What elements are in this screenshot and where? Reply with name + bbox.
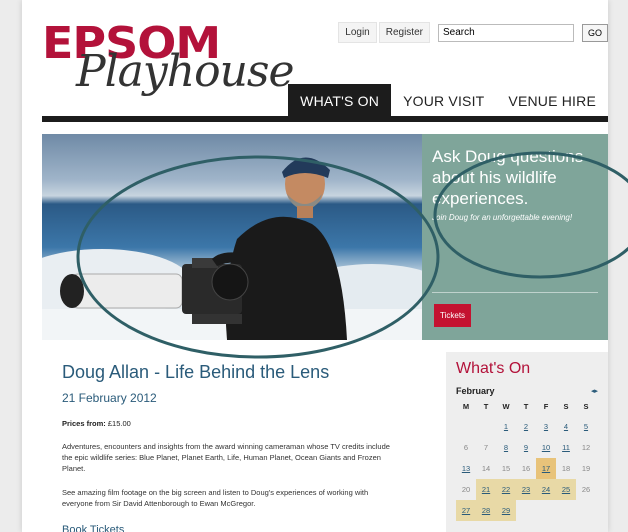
search-go-button[interactable]: GO xyxy=(581,23,608,42)
hero-subheading: Join Doug for an unforgettable evening! xyxy=(432,213,573,222)
event-description-2: See amazing film footage on the big scre… xyxy=(62,488,369,508)
logo-playhouse-text: Playhouse xyxy=(76,46,295,97)
calendar-day: 20 xyxy=(461,485,471,494)
calendar-header: February ◂▸ xyxy=(456,386,598,396)
calendar-nav-arrows-icon[interactable]: ◂▸ xyxy=(591,387,598,395)
hero-tickets-button[interactable]: Tickets xyxy=(434,304,472,327)
epsom-playhouse-logo[interactable]: EPSOM Playhouse xyxy=(42,16,295,106)
event-date: 21 February 2012 xyxy=(62,391,157,405)
calendar-day[interactable]: 8 xyxy=(496,437,516,458)
main-nav: WHAT'S ON YOUR VISIT VENUE HIRE xyxy=(288,84,608,118)
hero-info-panel: Ask Doug questions about his wildlife ex… xyxy=(422,134,608,340)
calendar-day[interactable]: 4 xyxy=(556,416,576,437)
search-input[interactable] xyxy=(437,23,574,42)
calendar-day[interactable]: 24 xyxy=(536,479,556,500)
calendar-day[interactable]: 23 xyxy=(516,479,536,500)
calendar-day[interactable]: 21 xyxy=(476,479,496,500)
register-link[interactable]: Register xyxy=(378,22,430,43)
nav-divider xyxy=(42,116,608,122)
event-details: Doug Allan - Life Behind the Lens 21 Feb… xyxy=(62,362,392,532)
event-prices: Prices from: £15.00 xyxy=(62,419,392,428)
prices-value: £15.00 xyxy=(107,419,131,428)
calendar-day[interactable]: 9 xyxy=(516,437,536,458)
calendar-day: 15 xyxy=(501,464,511,473)
hero-panel-divider xyxy=(432,292,598,293)
calendar-day[interactable]: 22 xyxy=(496,479,516,500)
calendar-weekday: T xyxy=(483,402,489,411)
calendar-day[interactable]: 1 xyxy=(496,416,516,437)
calendar-day: 14 xyxy=(481,464,491,473)
calendar-day[interactable]: 28 xyxy=(476,500,496,521)
calendar-blank-cell xyxy=(456,416,476,437)
cameraman-photo xyxy=(42,157,422,340)
calendar-weekday: F xyxy=(543,402,549,411)
calendar-blank-cell xyxy=(476,416,496,437)
hero-heading: Ask Doug questions about his wildlife ex… xyxy=(432,147,584,208)
nav-your-visit[interactable]: YOUR VISIT xyxy=(391,84,496,118)
event-title: Doug Allan - Life Behind the Lens xyxy=(62,362,330,382)
calendar-day[interactable]: 17 xyxy=(536,458,556,479)
hero-photo[interactable] xyxy=(42,134,422,340)
calendar-weekday: W xyxy=(502,402,510,411)
event-description-1: Adventures, encounters and insights from… xyxy=(62,442,390,473)
prices-label: Prices from: xyxy=(62,419,106,428)
calendar-day: 12 xyxy=(581,443,591,452)
calendar-day[interactable]: 10 xyxy=(536,437,556,458)
calendar-weekday: S xyxy=(563,402,569,411)
calendar-day[interactable]: 2 xyxy=(516,416,536,437)
calendar-day: 18 xyxy=(561,464,571,473)
calendar-day[interactable]: 25 xyxy=(556,479,576,500)
hero-banner: Ask Doug questions about his wildlife ex… xyxy=(42,134,608,340)
calendar-day: 16 xyxy=(521,464,531,473)
nav-whats-on[interactable]: WHAT'S ON xyxy=(288,84,392,118)
calendar-day[interactable]: 5 xyxy=(576,416,596,437)
calendar-day[interactable]: 29 xyxy=(496,500,516,521)
calendar-day[interactable]: 3 xyxy=(536,416,556,437)
calendar-weekday: M xyxy=(462,402,470,411)
login-link[interactable]: Login xyxy=(338,22,377,43)
calendar-weekday: S xyxy=(583,402,589,411)
book-tickets-heading: Book Tickets xyxy=(62,524,125,532)
calendar-day[interactable]: 11 xyxy=(556,437,576,458)
calendar-day: 6 xyxy=(463,443,469,452)
calendar-grid: M T W T F S S 1 2 3 4 5 6 7 8 9 10 11 12 13 14 15 16 17 18 19 20 21… xyxy=(456,402,598,521)
page: EPSOM Playhouse Login Register GO WHAT'S… xyxy=(22,0,608,532)
whats-on-sidebar: What's On February ◂▸ M T W T F S S 1 2 3 4 5 6 7 8 9 10… xyxy=(446,352,608,532)
calendar-day: 7 xyxy=(483,443,489,452)
calendar-day[interactable]: 13 xyxy=(456,458,476,479)
utility-bar: Login Register GO xyxy=(338,22,608,43)
whats-on-title: What's On xyxy=(456,360,531,377)
calendar-day: 19 xyxy=(581,464,591,473)
calendar-day: 26 xyxy=(581,485,591,494)
calendar-month: February xyxy=(456,386,495,396)
nav-venue-hire[interactable]: VENUE HIRE xyxy=(496,84,608,118)
calendar-day[interactable]: 27 xyxy=(456,500,476,521)
calendar-weekday: T xyxy=(523,402,529,411)
